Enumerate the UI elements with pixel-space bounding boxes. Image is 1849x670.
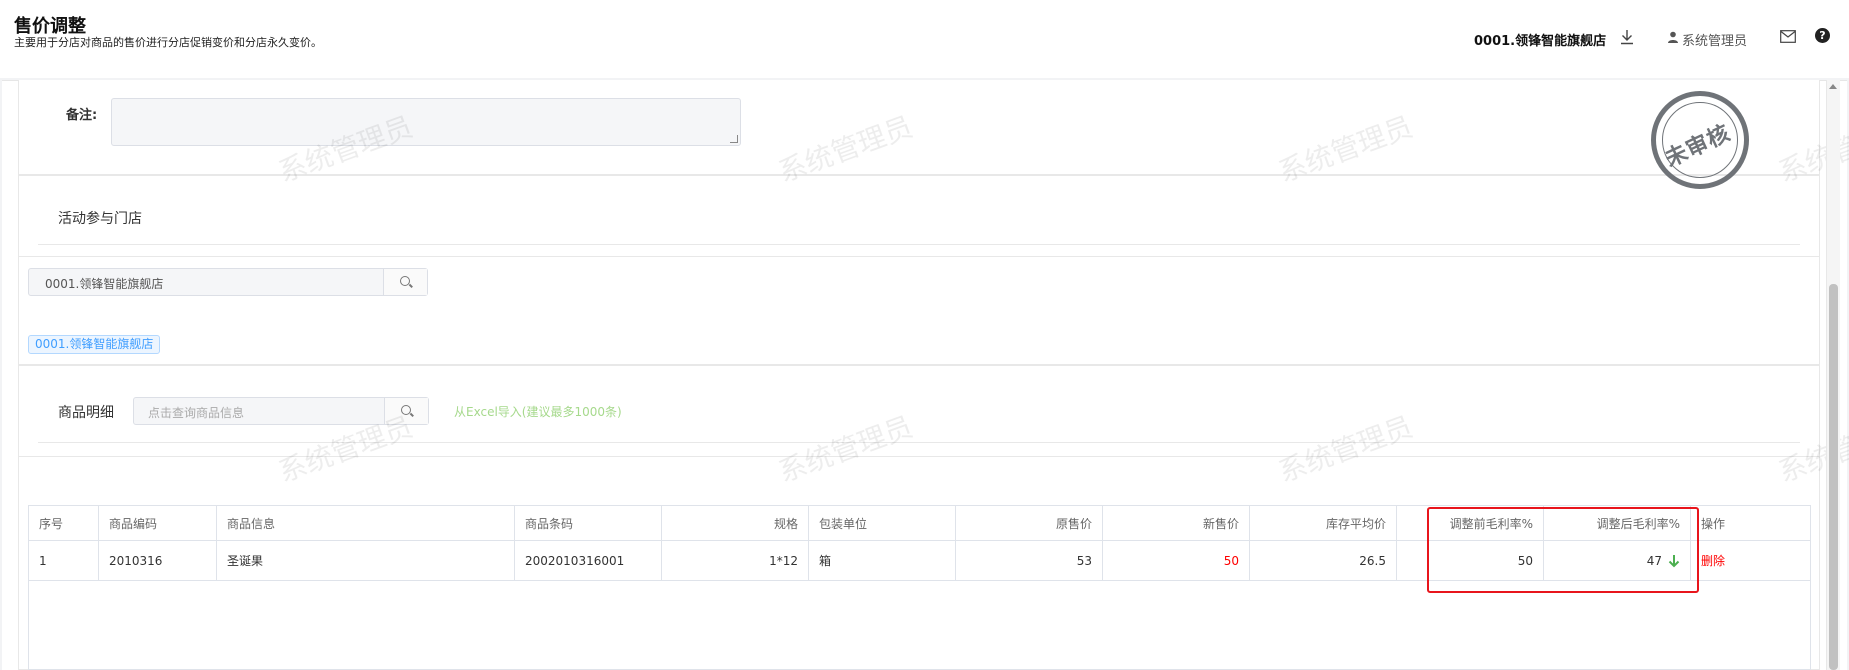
search-icon (401, 405, 411, 415)
col-header-spec: 规格 (662, 506, 809, 540)
cell-action: 删除 (1691, 541, 1810, 580)
goods-search-placeholder: 点击查询商品信息 (148, 406, 245, 420)
resize-grip-icon[interactable] (730, 135, 738, 143)
cell-orig-price: 53 (956, 541, 1103, 580)
remark-label: 备注: (66, 108, 98, 123)
store-search-value: 0001.领锋智能旗舰店 (45, 277, 164, 291)
cell-code: 2010316 (99, 541, 217, 580)
col-header-new-price: 新售价 (1103, 506, 1250, 540)
download-icon[interactable] (1618, 28, 1636, 46)
cell-spec: 1*12 (662, 541, 809, 580)
store-search-button[interactable] (383, 269, 427, 295)
col-header-barcode: 商品条码 (515, 506, 662, 540)
scroll-up-icon[interactable] (1829, 84, 1837, 89)
col-header-seq: 序号 (29, 506, 99, 540)
new-price-value[interactable]: 50 (1224, 554, 1239, 568)
user-icon (1668, 31, 1678, 43)
col-header-action: 操作 (1701, 516, 1726, 531)
divider (18, 456, 1820, 457)
goods-search-button[interactable] (384, 398, 428, 424)
cell-seq: 1 (29, 541, 99, 580)
col-header-avg-cost: 库存平均价 (1250, 506, 1397, 540)
highlight-box (1427, 507, 1699, 593)
col-header-code: 商品编码 (99, 506, 217, 540)
search-icon (400, 276, 410, 286)
excel-import-link[interactable]: 从Excel导入(建议最多1000条) (454, 403, 622, 420)
scrollbar-thumb[interactable] (1829, 284, 1838, 670)
divider (38, 244, 1800, 245)
cell-avg-cost: 26.5 (1250, 541, 1397, 580)
selected-store-tag[interactable]: 0001.领锋智能旗舰店 (28, 335, 161, 354)
cell-unit: 箱 (809, 541, 956, 580)
col-header-info: 商品信息 (217, 506, 515, 540)
stores-section-title: 活动参与门店 (58, 211, 142, 227)
help-icon[interactable]: ? (1815, 28, 1830, 43)
page-subtitle: 主要用于分店对商品的售价进行分店促销变价和分店永久变价。 (14, 36, 322, 49)
divider (38, 442, 1800, 443)
goods-section-title: 商品明细 (58, 405, 114, 421)
page-header: 售价调整 主要用于分店对商品的售价进行分店促销变价和分店永久变价。 0001.领… (0, 0, 1849, 78)
col-header-orig-price: 原售价 (956, 506, 1103, 540)
goods-search-input[interactable]: 点击查询商品信息 (133, 397, 429, 425)
cell-new-price[interactable]: 50 (1103, 541, 1250, 580)
mail-icon[interactable] (1780, 30, 1796, 43)
cell-barcode: 2002010316001 (515, 541, 662, 580)
col-header-unit: 包装单位 (809, 506, 956, 540)
remark-textarea[interactable] (111, 98, 741, 146)
delete-button[interactable]: 删除 (1701, 552, 1725, 569)
current-store[interactable]: 0001.领锋智能旗舰店 (1474, 30, 1606, 49)
cell-info: 圣诞果 (217, 541, 515, 580)
store-search-input[interactable]: 0001.领锋智能旗舰店 (28, 268, 428, 296)
divider (18, 256, 1820, 257)
user-name[interactable]: 系统管理员 (1682, 30, 1747, 49)
